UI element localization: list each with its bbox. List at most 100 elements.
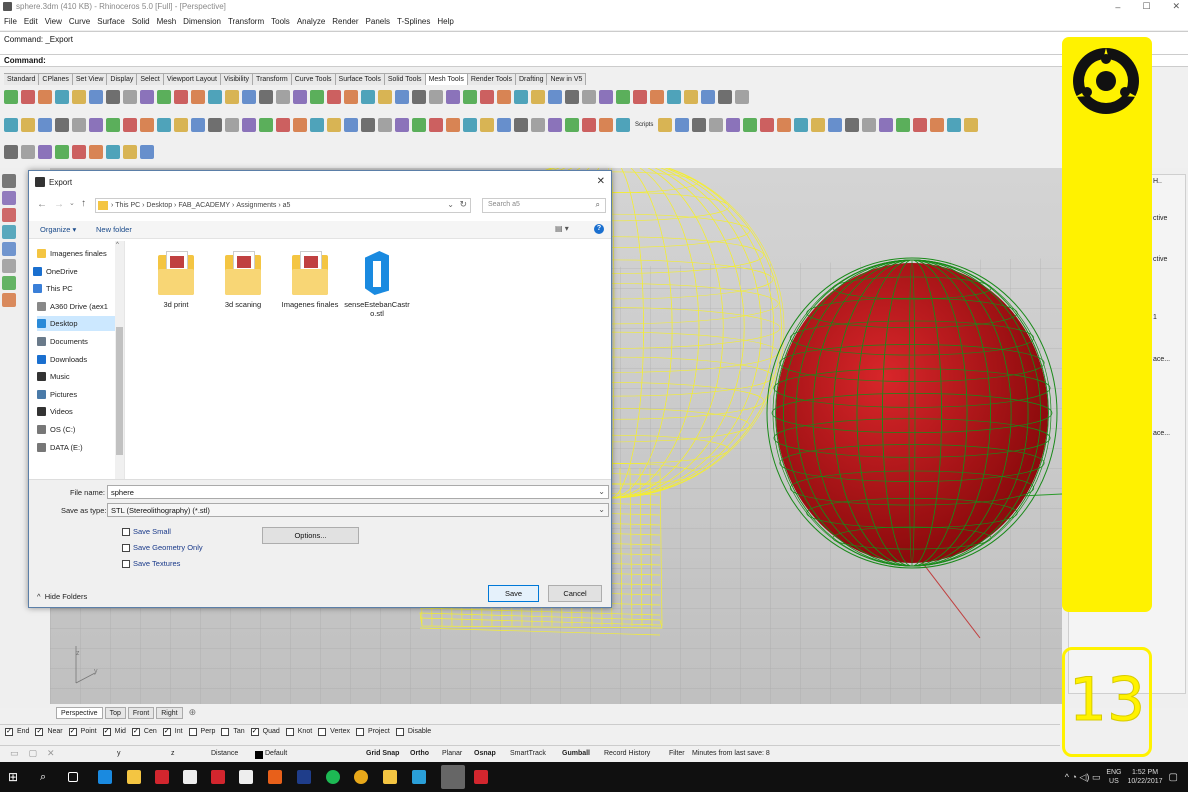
tool-icon[interactable]	[38, 145, 52, 159]
tool-icon[interactable]	[21, 118, 35, 132]
tab-mesh-tools[interactable]: Mesh Tools	[425, 73, 468, 85]
save-button[interactable]: Save	[488, 585, 539, 602]
osnap-checkbox[interactable]: ✓	[5, 727, 13, 736]
tab-front[interactable]: Front	[127, 706, 155, 719]
view-options-icon[interactable]: ▤ ▾	[555, 224, 569, 233]
tool-icon[interactable]	[463, 90, 477, 104]
search-box[interactable]: Search a5 ⌕	[482, 198, 606, 213]
maximize-button[interactable]: ☐	[1142, 1, 1150, 12]
powerpoint-icon[interactable]	[474, 770, 488, 784]
tool-icon[interactable]	[123, 145, 137, 159]
tab-display[interactable]: Display	[107, 73, 138, 85]
tool-icon[interactable]	[378, 90, 392, 104]
tool-icon[interactable]	[845, 118, 860, 132]
tool-icon[interactable]	[140, 118, 154, 132]
clock[interactable]: 1:52 PM 10/22/2017	[1128, 768, 1163, 786]
osnap-checkbox[interactable]	[356, 727, 365, 736]
menu-analyze[interactable]: Analyze	[297, 17, 325, 26]
spotify-icon[interactable]	[326, 770, 340, 784]
tool-icon[interactable]	[21, 145, 35, 159]
tab-viewport-layout[interactable]: Viewport Layout	[163, 73, 221, 85]
tool-icon[interactable]	[718, 90, 732, 104]
planar-toggle[interactable]: Planar	[442, 750, 462, 757]
hide-folders-button[interactable]: ^ Hide Folders	[37, 592, 87, 601]
tool-icon[interactable]	[140, 90, 154, 104]
osnap-checkbox[interactable]	[188, 727, 197, 736]
new-folder-button[interactable]: New folder	[96, 225, 132, 234]
tool-icon[interactable]	[157, 90, 171, 104]
tool-icon[interactable]	[395, 118, 409, 132]
tab-new-in-v5[interactable]: New in V5	[547, 73, 587, 85]
file-name-input[interactable]: sphere ⌄	[107, 485, 609, 499]
menu-transform[interactable]: Transform	[228, 17, 264, 26]
tool-icon[interactable]	[123, 118, 137, 132]
tool-icon[interactable]	[293, 118, 307, 132]
tool-icon[interactable]	[4, 145, 18, 159]
notes-icon[interactable]	[412, 770, 426, 784]
menu-help[interactable]: Help	[437, 17, 453, 26]
tool-icon[interactable]	[395, 90, 409, 104]
menu-tsplines[interactable]: T-Splines	[397, 17, 430, 26]
menu-mesh[interactable]: Mesh	[157, 17, 177, 26]
menu-dimension[interactable]: Dimension	[183, 17, 221, 26]
gumball-toggle[interactable]: Gumball	[562, 750, 590, 757]
tool-icon[interactable]	[726, 118, 741, 132]
rhino-taskbar-icon[interactable]	[441, 765, 465, 789]
tool-icon[interactable]	[259, 118, 273, 132]
tool-icon[interactable]	[378, 118, 392, 132]
tool-icon[interactable]	[429, 90, 443, 104]
up-arrow-icon[interactable]: ↑	[81, 198, 86, 209]
file-item[interactable]: Imagenes finales	[275, 251, 345, 309]
tool-icon[interactable]	[896, 118, 911, 132]
nav-item[interactable]: This PC	[33, 281, 119, 296]
photoshop-icon[interactable]	[297, 770, 311, 784]
tool-icon[interactable]	[446, 118, 460, 132]
osnap-toggle[interactable]: Osnap	[474, 750, 496, 757]
tool-icon[interactable]	[777, 118, 792, 132]
tool-icon[interactable]	[310, 90, 324, 104]
panel-row-active-2[interactable]: ctive	[1153, 256, 1167, 263]
save-geometry-checkbox[interactable]	[122, 543, 130, 552]
tab-cplanes[interactable]: CPlanes	[39, 73, 73, 85]
tool-icon[interactable]	[599, 118, 613, 132]
tab-transform[interactable]: Transform	[253, 73, 292, 85]
tool-icon[interactable]	[72, 118, 86, 132]
tool-icon[interactable]	[89, 145, 103, 159]
osnap-checkbox[interactable]	[221, 727, 230, 736]
scroll-up-icon[interactable]: ^	[116, 242, 119, 248]
left-tool-icon[interactable]	[2, 225, 16, 239]
tool-icon[interactable]	[293, 90, 307, 104]
tool-icon[interactable]	[174, 90, 188, 104]
tool-icon[interactable]	[72, 90, 86, 104]
store-icon[interactable]	[183, 770, 197, 784]
tool-icon[interactable]	[692, 118, 707, 132]
tool-icon[interactable]	[480, 118, 494, 132]
menu-tools[interactable]: Tools	[271, 17, 290, 26]
ortho-toggle[interactable]: Ortho	[410, 750, 429, 757]
save-textures-option[interactable]: Save Textures	[122, 559, 180, 568]
save-type-dropdown-icon[interactable]: ⌄	[598, 505, 605, 514]
gift-icon[interactable]	[211, 770, 225, 784]
tool-icon[interactable]	[242, 90, 256, 104]
tool-icon[interactable]	[531, 90, 545, 104]
tool-icon[interactable]	[675, 118, 690, 132]
tool-icon[interactable]	[667, 90, 681, 104]
file-explorer-icon[interactable]	[127, 770, 141, 784]
left-tool-icon[interactable]	[2, 174, 16, 188]
nav-item[interactable]: DATA (E:)	[37, 440, 123, 455]
dialog-close-icon[interactable]: ✕	[597, 176, 605, 187]
tool-icon[interactable]	[811, 118, 826, 132]
menu-render[interactable]: Render	[332, 17, 358, 26]
language-indicator[interactable]: ENG US	[1106, 768, 1121, 786]
file-item[interactable]: senseEstebanCastro.stl	[342, 251, 412, 318]
tool-icon[interactable]	[633, 90, 647, 104]
tool-icon[interactable]	[123, 90, 137, 104]
tool-icon[interactable]	[191, 90, 205, 104]
search-icon[interactable]: ⌕	[40, 770, 54, 784]
crumb-this-pc[interactable]: This PC	[115, 202, 140, 209]
tool-icon[interactable]	[38, 118, 52, 132]
chrome-icon[interactable]	[354, 770, 368, 784]
tool-icon[interactable]	[259, 90, 273, 104]
nav-item[interactable]: Desktop	[37, 316, 123, 332]
tool-icon[interactable]	[4, 118, 18, 132]
